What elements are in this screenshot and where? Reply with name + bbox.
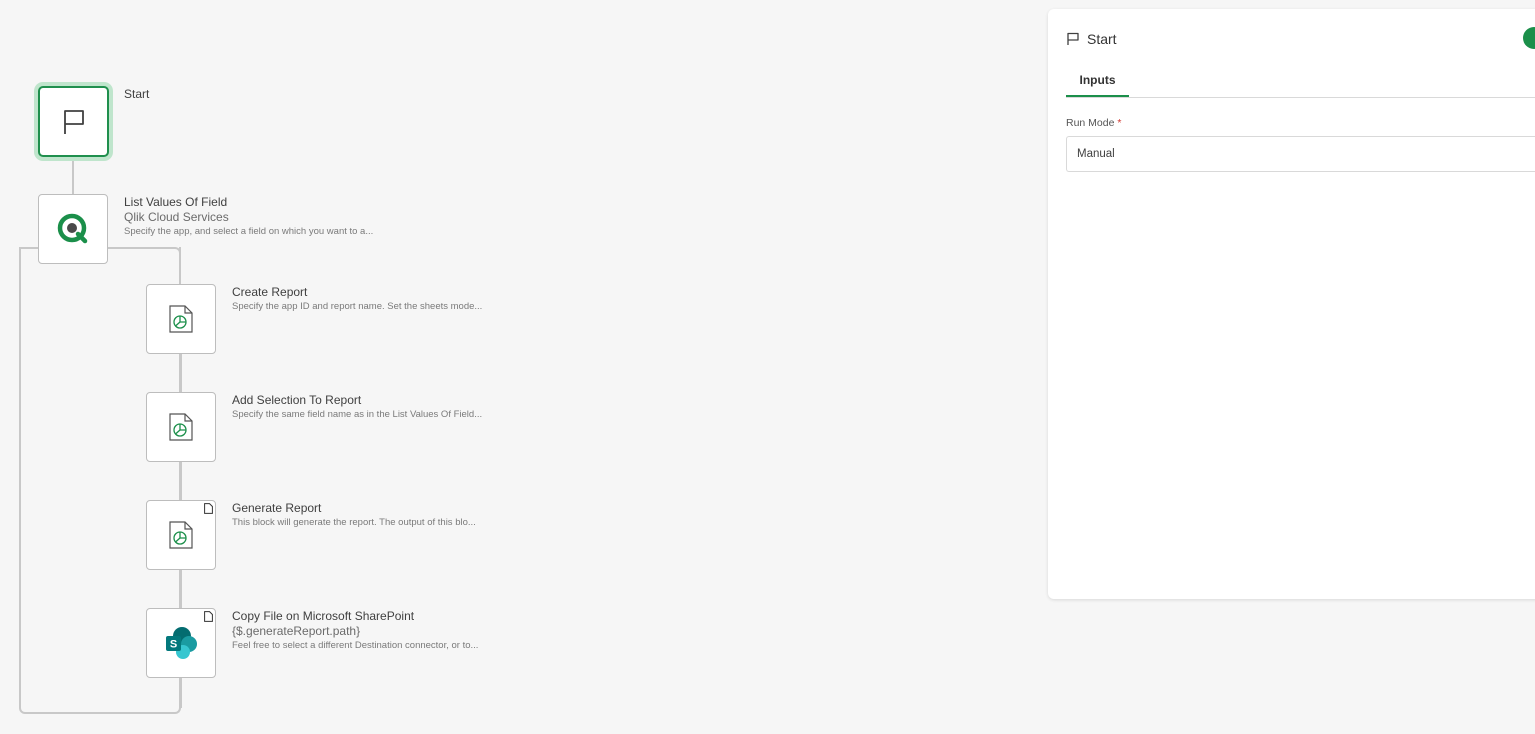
qlik-logo-icon [57, 213, 88, 244]
add-selection-label: Add Selection To Report Specify the same… [232, 393, 482, 422]
add-selection-title: Add Selection To Report [232, 393, 362, 407]
start-title: Start [124, 87, 150, 101]
copy-file-block[interactable]: S [146, 608, 216, 678]
list-values-label: List Values Of Field Qlik Cloud Services… [124, 195, 373, 239]
panel-title: Start [1087, 31, 1117, 47]
list-values-subtitle: Qlik Cloud Services [124, 210, 229, 224]
tab-inputs[interactable]: Inputs [1066, 67, 1129, 97]
status-check-icon[interactable] [1523, 27, 1535, 49]
required-mark: * [1117, 117, 1122, 129]
report-document-icon [169, 521, 193, 549]
create-report-block[interactable] [146, 284, 216, 354]
flag-icon [1067, 32, 1079, 45]
connector-create-add [180, 354, 182, 392]
generate-report-block[interactable] [146, 500, 216, 570]
connector-copy-loop [180, 678, 182, 708]
block-config-panel: Start Inputs Run Mode * Manual [1048, 9, 1535, 599]
generate-report-label: Generate Report This block will generate… [232, 501, 476, 530]
run-mode-select[interactable]: Manual [1066, 136, 1535, 172]
create-report-label: Create Report Specify the app ID and rep… [232, 285, 482, 314]
sharepoint-logo-icon: S [166, 627, 197, 659]
flag-icon [63, 109, 84, 134]
report-document-icon [169, 305, 193, 333]
panel-tabs: Inputs [1066, 67, 1535, 98]
copy-file-subtitle: {$.generateReport.path} [232, 624, 361, 638]
start-block-label: Start [124, 87, 149, 102]
file-badge-icon [204, 503, 213, 514]
generate-report-description: This block will generate the report. The… [232, 517, 476, 528]
generate-report-title: Generate Report [232, 501, 322, 515]
create-report-description: Specify the app ID and report name. Set … [232, 301, 483, 312]
loop-connector-right [107, 247, 181, 284]
create-report-title: Create Report [232, 285, 308, 299]
add-selection-description: Specify the same field name as in the Li… [232, 409, 483, 420]
panel-header: Start [1066, 29, 1117, 49]
run-mode-label-text: Run Mode [1066, 117, 1115, 129]
add-selection-block[interactable] [146, 392, 216, 462]
run-mode-label: Run Mode * [1066, 117, 1121, 129]
list-values-title: List Values Of Field [124, 195, 228, 209]
file-badge-icon [204, 611, 213, 622]
start-block[interactable] [38, 86, 109, 157]
connector-add-generate [180, 462, 182, 500]
list-values-description: Specify the app, and select a field on w… [124, 226, 374, 237]
list-values-block[interactable] [38, 194, 108, 264]
connector-start-list [72, 158, 74, 194]
copy-file-description: Feel free to select a different Destinat… [232, 640, 479, 651]
svg-text:S: S [170, 639, 177, 651]
copy-file-title: Copy File on Microsoft SharePoint [232, 609, 415, 623]
flow-canvas[interactable]: Start List Values Of Field Qlik Cloud Se… [0, 0, 1040, 734]
connector-generate-copy [180, 570, 182, 608]
report-document-icon [169, 413, 193, 441]
copy-file-label: Copy File on Microsoft SharePoint {$.gen… [232, 609, 478, 653]
